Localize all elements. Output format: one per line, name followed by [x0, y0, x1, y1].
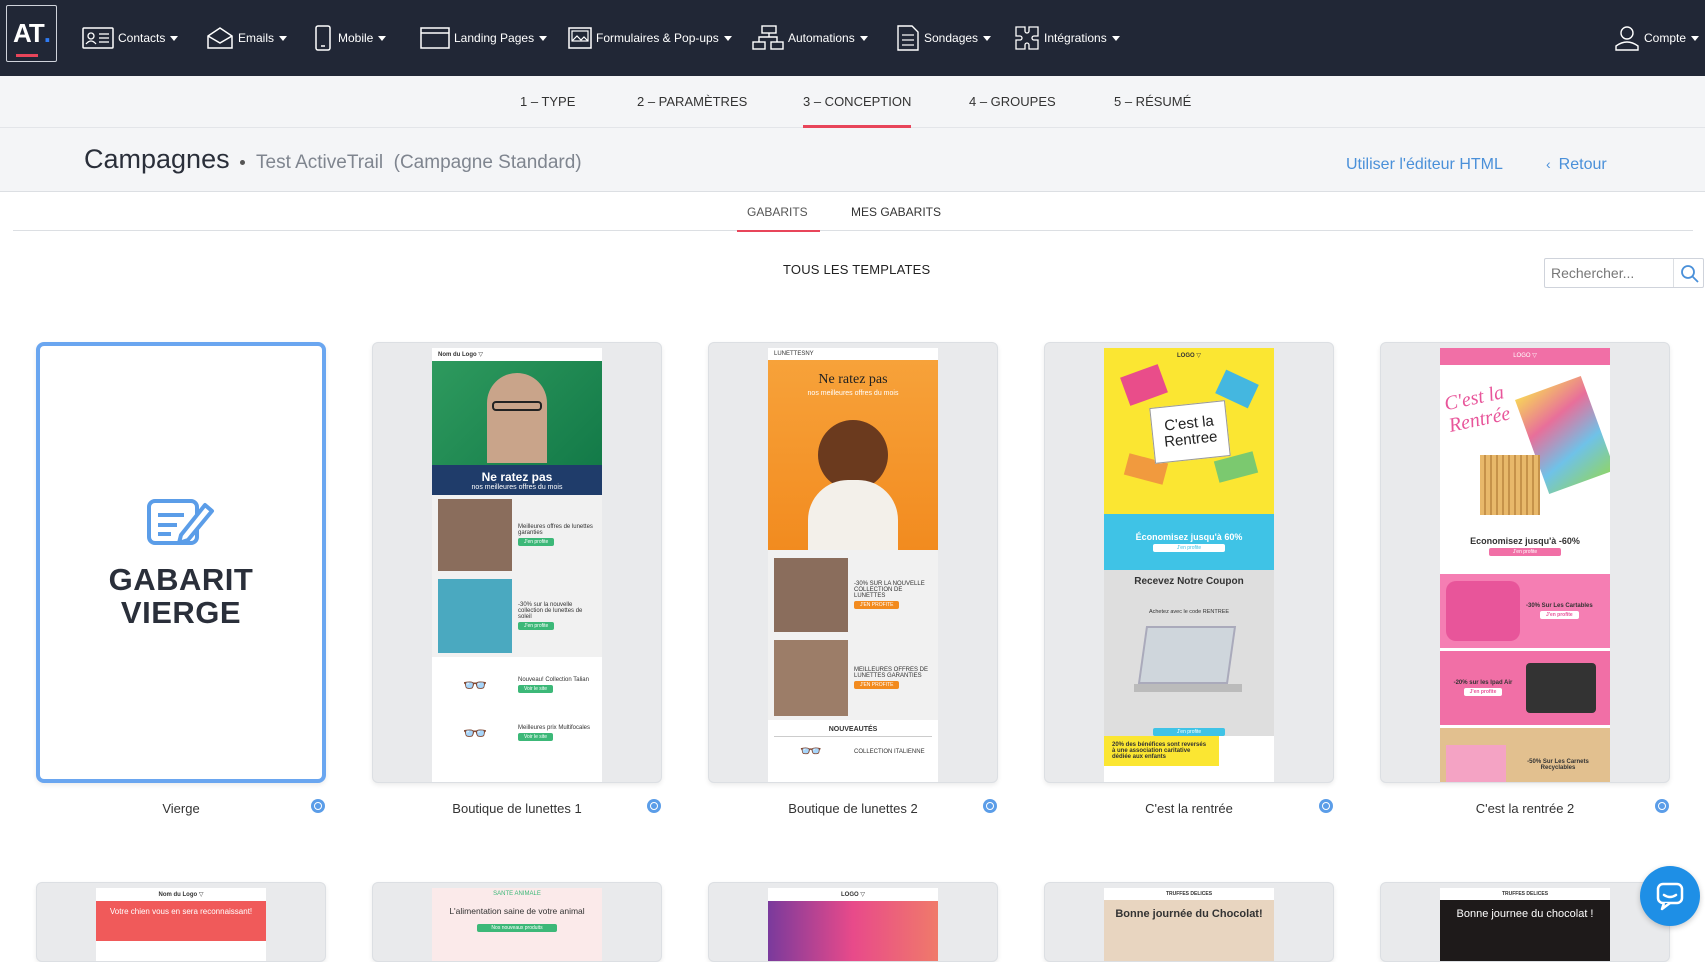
template-preview: Nom du Logo ▽ Votre chien vous en sera r… [96, 888, 266, 961]
template-card-sunset[interactable]: LOGO ▽ [708, 882, 998, 962]
template-card-blank[interactable]: GABARIT VIERGE [36, 342, 326, 783]
email-icon [207, 27, 233, 49]
template-preview: TRUFFES DELICES Bonne journée du Chocola… [1104, 888, 1274, 961]
template-card-pet-food[interactable]: SANTE ANIMALE L'alimentation saine de vo… [372, 882, 662, 962]
preview-hero-image [432, 361, 602, 465]
chevron-down-icon [170, 35, 179, 41]
back-link[interactable]: ‹ Retour [1546, 156, 1607, 174]
template-card-dog[interactable]: Nom du Logo ▽ Votre chien vous en sera r… [36, 882, 326, 962]
user-icon [1615, 26, 1639, 51]
title-separator [240, 160, 245, 165]
preview-hero-image: Ne ratez pas nos meilleures offres du mo… [768, 360, 938, 550]
template-preview: TRUFFES DELICES Bonne journee du chocola… [1440, 888, 1610, 961]
activetrail-logo[interactable]: AT. [6, 5, 57, 62]
mobile-icon [315, 25, 331, 51]
preview-eye-icon[interactable] [647, 799, 661, 813]
contacts-icon [82, 27, 114, 49]
step-parameters[interactable]: 2 – PARAMÈTRES [637, 76, 747, 128]
preview-eye-icon[interactable] [311, 799, 325, 813]
top-navigation: AT. Contacts Emails Mobile Landing Pages… [0, 0, 1705, 76]
preview-eye-icon[interactable] [983, 799, 997, 813]
page-header: Campagnes Test ActiveTrail (Campagne Sta… [0, 128, 1705, 192]
template-label: C'est la rentrée [1145, 801, 1233, 816]
template-label: C'est la rentrée 2 [1475, 801, 1575, 816]
template-preview: LOGO ▽ C'est la Rentree Économisez jusqu… [1104, 348, 1274, 782]
wizard-steps: 1 – TYPE 2 – PARAMÈTRES 3 – CONCEPTION 4… [0, 76, 1705, 128]
template-card-eyewear-2[interactable]: LUNETTESNY Ne ratez pas nos meilleures o… [708, 342, 998, 783]
nav-surveys[interactable]: Sondages [896, 0, 992, 76]
campaign-subtitle: Test ActiveTrail (Campagne Standard) [256, 152, 582, 173]
chevron-down-icon [279, 35, 288, 41]
chevron-down-icon [859, 35, 868, 41]
html-editor-link[interactable]: Utiliser l'éditeur HTML [1346, 156, 1503, 174]
nav-account[interactable]: Compte [1614, 0, 1700, 76]
template-label: Boutique de lunettes 2 [788, 801, 918, 816]
step-conception[interactable]: 3 – CONCEPTION [803, 76, 912, 128]
nav-forms-popups[interactable]: Formulaires & Pop-ups [568, 0, 732, 76]
chevron-down-icon [1691, 35, 1700, 41]
chevron-down-icon [983, 35, 992, 41]
chevron-down-icon [539, 35, 548, 41]
template-preview: LOGO ▽ C'est la Rentrée Economisez jusqu… [1440, 348, 1610, 782]
tab-templates[interactable]: GABARITS [737, 205, 820, 232]
nav-automations[interactable]: Automations [752, 0, 868, 76]
search-icon[interactable] [1680, 264, 1700, 284]
nav-mobile[interactable]: Mobile [312, 0, 387, 76]
chevron-left-icon: ‹ [1546, 156, 1551, 172]
chat-button[interactable] [1640, 866, 1700, 926]
chat-bubble-icon [1656, 882, 1684, 911]
step-summary[interactable]: 5 – RÉSUMÉ [1114, 76, 1191, 128]
search-input[interactable] [1551, 259, 1671, 287]
template-card-back-to-school[interactable]: LOGO ▽ C'est la Rentree Économisez jusqu… [1044, 342, 1334, 783]
landing-page-icon [420, 27, 450, 49]
template-preview: SANTE ANIMALE L'alimentation saine de vo… [432, 888, 602, 961]
chevron-down-icon [723, 35, 732, 41]
template-card-chocolate[interactable]: TRUFFES DELICES Bonne journée du Chocola… [1044, 882, 1334, 962]
form-icon [568, 27, 592, 49]
preview-eye-icon[interactable] [1655, 799, 1669, 813]
preview-hero-image: C'est la Rentrée [1440, 365, 1610, 518]
tab-my-templates[interactable]: MES GABARITS [851, 205, 941, 231]
search-box [1544, 258, 1704, 288]
step-groups[interactable]: 4 – GROUPES [969, 76, 1056, 128]
nav-contacts[interactable]: Contacts [82, 0, 179, 76]
survey-icon [897, 25, 919, 51]
blank-template-title: GABARIT VIERGE [108, 561, 254, 630]
template-preview: LUNETTESNY Ne ratez pas nos meilleures o… [768, 348, 938, 782]
template-filter-label[interactable]: TOUS LES TEMPLATES [783, 262, 930, 277]
template-tabs: GABARITS MES GABARITS [13, 193, 1693, 232]
chevron-down-icon [1111, 35, 1120, 41]
template-card-eyewear-1[interactable]: Nom du Logo ▽ Ne ratez pas nos meilleure… [372, 342, 662, 783]
template-preview: Nom du Logo ▽ Ne ratez pas nos meilleure… [432, 348, 602, 782]
template-preview: LOGO ▽ [768, 888, 938, 961]
edit-document-icon [147, 498, 214, 545]
step-type[interactable]: 1 – TYPE [520, 76, 575, 128]
template-label: Boutique de lunettes 1 [452, 801, 582, 816]
template-label: Vierge [162, 801, 200, 816]
preview-eye-icon[interactable] [1319, 799, 1333, 813]
page-title: Campagnes [84, 144, 230, 174]
nav-landing-pages[interactable]: Landing Pages [420, 0, 548, 76]
chevron-down-icon [378, 35, 387, 41]
template-card-chocolate-2[interactable]: TRUFFES DELICES Bonne journee du chocola… [1380, 882, 1670, 962]
automation-icon [752, 25, 784, 50]
template-card-back-to-school-2[interactable]: LOGO ▽ C'est la Rentrée Economisez jusqu… [1380, 342, 1670, 783]
nav-integrations[interactable]: Intégrations [1014, 0, 1120, 76]
preview-hero-image: LOGO ▽ C'est la Rentree [1104, 348, 1274, 514]
nav-emails[interactable]: Emails [206, 0, 288, 76]
puzzle-icon [1015, 26, 1039, 50]
